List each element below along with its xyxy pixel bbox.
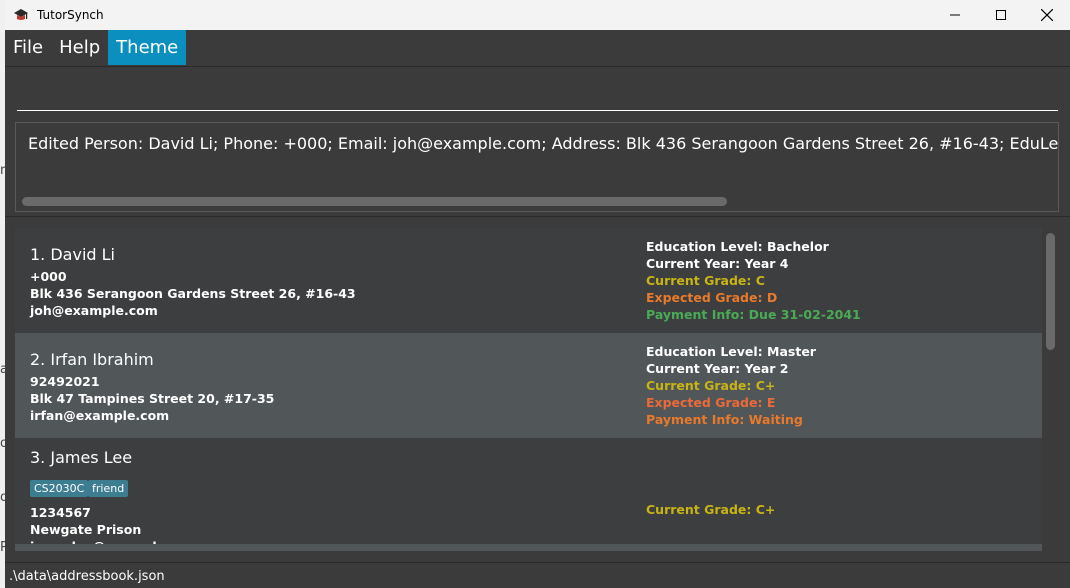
expected-grade: Expected Grade: D <box>646 290 778 305</box>
person-address: Blk 436 Serangoon Gardens Street 26, #16… <box>30 286 356 301</box>
title-bar[interactable]: TutorSynch <box>5 0 1070 30</box>
person-card[interactable]: 3. James Lee CS2030C friend 1234567 Newg… <box>15 438 1042 551</box>
person-phone: +000 <box>30 269 67 284</box>
graduation-cap-icon <box>14 9 28 20</box>
person-tag: CS2030C <box>30 480 89 497</box>
maximize-button[interactable] <box>978 0 1024 30</box>
command-input-underline <box>17 110 1058 111</box>
person-list-panel: 1. David Li +000 Blk 436 Serangoon Garde… <box>5 216 1070 562</box>
menu-bar: File Help Theme <box>5 30 1070 65</box>
person-card[interactable]: 2. Irfan Ibrahim 92492021 Blk 47 Tampine… <box>15 333 1042 438</box>
command-input[interactable] <box>17 75 1058 111</box>
person-email: irfan@example.com <box>30 408 170 423</box>
person-phone: 1234567 <box>30 505 91 520</box>
menu-theme[interactable]: Theme <box>108 30 187 65</box>
result-text: Edited Person: David Li; Phone: +000; Em… <box>28 134 1059 153</box>
person-name: 2. Irfan Ibrahim <box>30 350 154 369</box>
vertical-scrollbar[interactable] <box>1046 233 1055 350</box>
person-name: 1. David Li <box>30 245 115 264</box>
next-person-card-edge <box>15 544 1042 551</box>
save-location: .\data\addressbook.json <box>9 569 165 584</box>
result-display[interactable]: Edited Person: David Li; Phone: +000; Em… <box>15 122 1059 212</box>
current-year: Current Year: Year 4 <box>646 256 789 271</box>
education-level: Education Level: Master <box>646 344 816 359</box>
close-button[interactable] <box>1024 0 1070 30</box>
education-level: Education Level: Bachelor <box>646 239 829 254</box>
menu-file[interactable]: File <box>5 30 51 65</box>
command-box <box>5 66 1070 118</box>
horizontal-scrollbar[interactable] <box>22 197 727 206</box>
person-name: 3. James Lee <box>30 448 133 467</box>
current-grade: Current Grade: C+ <box>646 502 776 517</box>
person-phone: 92492021 <box>30 374 100 389</box>
app-window: TutorSynch File Help Theme Edited Person… <box>5 0 1070 588</box>
minimize-icon <box>950 14 960 16</box>
close-icon <box>1041 9 1053 21</box>
payment-info: Payment Info: Waiting <box>646 412 803 427</box>
person-address: Newgate Prison <box>30 522 142 537</box>
person-email: joh@example.com <box>30 303 158 318</box>
current-grade: Current Grade: C+ <box>646 378 776 393</box>
person-address: Blk 47 Tampines Street 20, #17-35 <box>30 391 275 406</box>
current-grade: Current Grade: C <box>646 273 765 288</box>
current-year: Current Year: Year 2 <box>646 361 789 376</box>
minimize-button[interactable] <box>932 0 978 30</box>
menu-help[interactable]: Help <box>51 30 108 65</box>
payment-info: Payment Info: Due 31-02-2041 <box>646 307 861 322</box>
person-tag: friend <box>88 480 129 497</box>
maximize-icon <box>996 10 1006 20</box>
expected-grade: Expected Grade: E <box>646 395 776 410</box>
window-title: TutorSynch <box>37 8 104 22</box>
status-bar: .\data\addressbook.json <box>5 562 1070 588</box>
person-list[interactable]: 1. David Li +000 Blk 436 Serangoon Garde… <box>15 228 1042 551</box>
person-card[interactable]: 1. David Li +000 Blk 436 Serangoon Garde… <box>15 228 1042 333</box>
